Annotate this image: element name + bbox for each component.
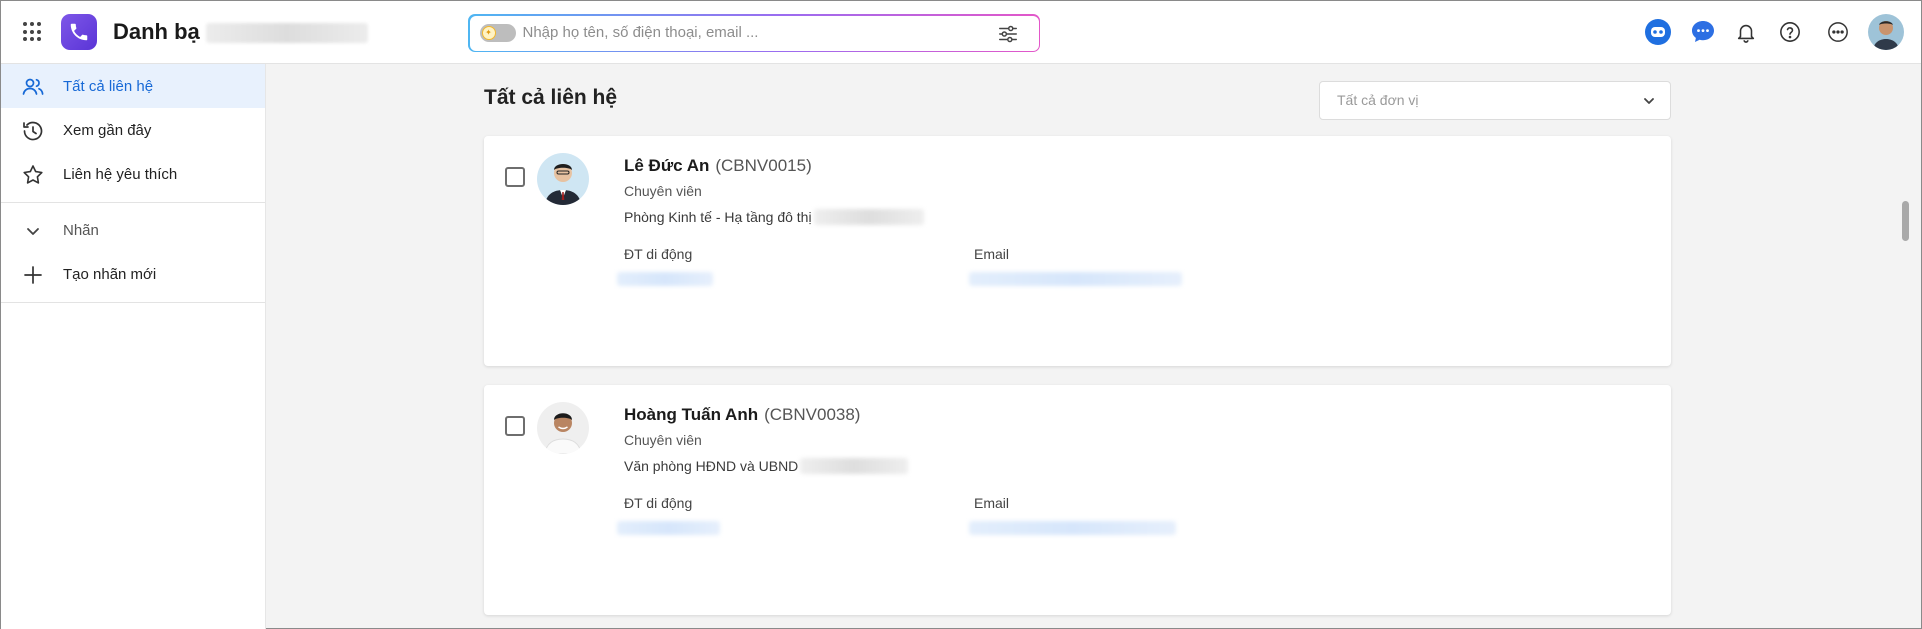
- sidebar: Tất cả liên hệ Xem gần đây Liên hệ yêu t…: [1, 64, 266, 629]
- app-title: Danh bạ: [113, 19, 200, 44]
- user-avatar[interactable]: [1868, 14, 1904, 50]
- app-launcher-icon[interactable]: [23, 22, 43, 42]
- filter-sliders-icon[interactable]: [997, 23, 1019, 45]
- email-label: Email: [974, 246, 1010, 262]
- unit-filter-value: Tất cả đơn vị: [1337, 92, 1419, 108]
- contact-name-text: Hoàng Tuấn Anh: [624, 405, 759, 424]
- robot-icon[interactable]: [1643, 17, 1673, 47]
- labels-section-title: Nhãn: [63, 221, 99, 239]
- history-icon: [21, 119, 45, 143]
- sidebar-item-favorites[interactable]: Liên hệ yêu thích: [1, 152, 265, 196]
- top-bar: Danh bạ ✦: [1, 1, 1921, 64]
- phone-label: ĐT di động: [624, 495, 693, 511]
- search-input[interactable]: [522, 19, 983, 46]
- contact-avatar[interactable]: [537, 153, 589, 205]
- redacted-text: [800, 458, 909, 474]
- contact-department: Phòng Kinh tế - Hạ tầng đô thị: [624, 209, 924, 225]
- divider: [1, 302, 265, 303]
- contact-role: Chuyên viên: [624, 432, 702, 448]
- help-icon[interactable]: [1775, 17, 1805, 47]
- redacted-email: [969, 272, 1182, 286]
- contact-card[interactable]: Lê Đức An (CBNV0015) Chuyên viên Phòng Ki…: [484, 136, 1671, 366]
- contact-department: Văn phòng HĐND và UBND: [624, 458, 909, 474]
- contact-name[interactable]: Lê Đức An (CBNV0015): [624, 156, 812, 176]
- sidebar-item-recent[interactable]: Xem gần đây: [1, 108, 265, 152]
- bell-icon[interactable]: [1731, 17, 1761, 47]
- contact-checkbox[interactable]: [505, 416, 525, 436]
- labels-section-toggle[interactable]: Nhãn: [1, 208, 265, 252]
- contact-department-text: Văn phòng HĐND và UBND: [624, 458, 799, 474]
- sidebar-item-label: Xem gần đây: [63, 121, 152, 139]
- contact-checkbox[interactable]: [505, 167, 525, 187]
- star-icon: [21, 163, 45, 187]
- contact-department-text: Phòng Kinh tế - Hạ tầng đô thị: [624, 209, 812, 225]
- vertical-scrollbar-thumb[interactable]: [1902, 201, 1909, 241]
- contacts-icon: [21, 75, 45, 99]
- sidebar-item-all-contacts[interactable]: Tất cả liên hệ: [1, 64, 265, 108]
- chat-icon[interactable]: [1688, 17, 1718, 47]
- create-label-text: Tạo nhãn mới: [63, 265, 157, 283]
- phone-book-logo-icon: [61, 14, 97, 50]
- phone-label: ĐT di động: [624, 246, 693, 262]
- contact-name-text: Lê Đức An: [624, 156, 710, 175]
- chevron-down-icon: [21, 219, 45, 243]
- divider: [1, 202, 265, 203]
- contact-code: (CBNV0015): [715, 156, 812, 175]
- unit-filter-select[interactable]: Tất cả đơn vị: [1319, 81, 1671, 120]
- more-icon[interactable]: [1823, 17, 1853, 47]
- redacted-email: [969, 521, 1176, 535]
- sidebar-item-label: Liên hệ yêu thích: [63, 165, 178, 183]
- search-box: ✦: [468, 14, 1040, 52]
- redacted-phone: [617, 272, 713, 286]
- redacted-phone: [617, 521, 720, 535]
- create-label-button[interactable]: Tạo nhãn mới: [1, 252, 265, 296]
- contact-role: Chuyên viên: [624, 183, 702, 199]
- sparkle-icon: ✦: [481, 25, 496, 40]
- redacted-organization-name: [206, 23, 368, 43]
- chevron-down-icon: [1642, 94, 1656, 108]
- contact-code: (CBNV0038): [764, 405, 861, 424]
- plus-icon: [21, 263, 45, 287]
- redacted-text: [813, 209, 924, 225]
- ai-search-toggle[interactable]: ✦: [479, 23, 516, 42]
- contact-avatar[interactable]: [537, 402, 589, 454]
- page-title: Tất cả liên hệ: [484, 86, 618, 109]
- email-label: Email: [974, 495, 1010, 511]
- contact-card[interactable]: Hoàng Tuấn Anh (CBNV0038) Chuyên viên Văn…: [484, 385, 1671, 615]
- sidebar-item-label: Tất cả liên hệ: [63, 77, 154, 95]
- contact-name[interactable]: Hoàng Tuấn Anh (CBNV0038): [624, 405, 860, 425]
